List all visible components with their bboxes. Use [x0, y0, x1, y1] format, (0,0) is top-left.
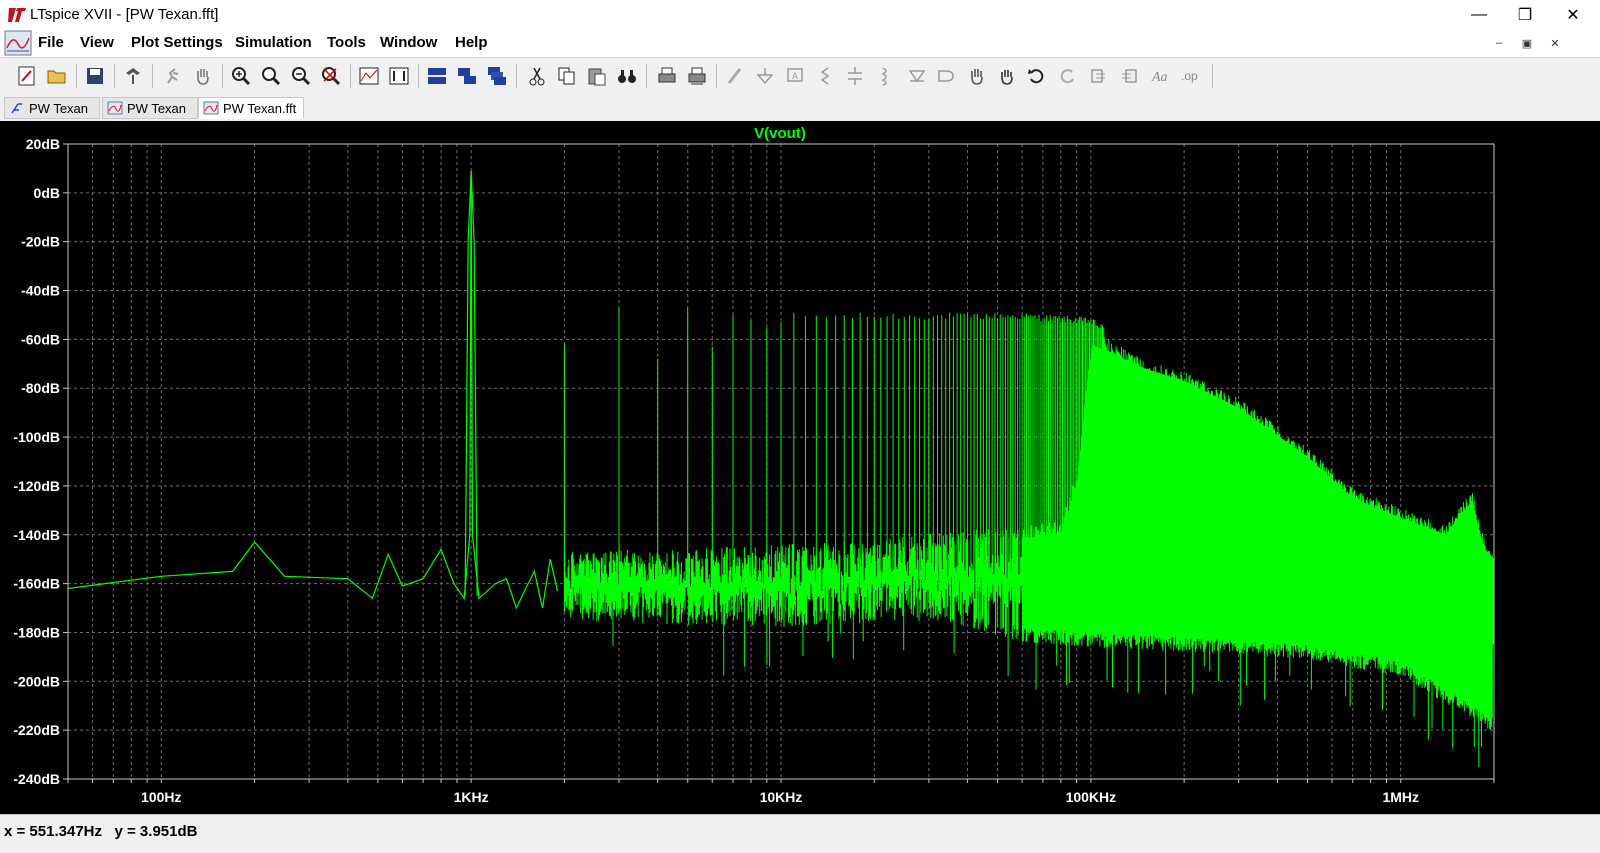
diode-icon[interactable]	[904, 63, 930, 89]
mirror-icon[interactable]	[1116, 63, 1142, 89]
move-icon[interactable]	[964, 63, 990, 89]
y-tick-label: -220dB	[13, 722, 60, 738]
window-close-button[interactable]: ✕	[1550, 0, 1596, 30]
mdi-close-button[interactable]: ✕	[1544, 32, 1566, 54]
new-schematic-icon[interactable]	[14, 63, 40, 89]
fft-icon	[203, 101, 219, 115]
svg-text:.op: .op	[1181, 69, 1198, 83]
control-panel-icon[interactable]	[120, 63, 146, 89]
menu-tools[interactable]: Tools	[327, 34, 366, 51]
paste-icon[interactable]	[584, 63, 610, 89]
y-tick-label: -240dB	[13, 771, 60, 787]
window-minimize-button[interactable]: —	[1456, 0, 1502, 30]
x-tick-label: 100KHz	[1066, 789, 1117, 805]
y-tick-label: 20dB	[26, 136, 60, 152]
zoom-in-icon[interactable]	[228, 63, 254, 89]
menu-file[interactable]: File	[38, 34, 64, 51]
status-bar: x = 551.347Hz y = 3.951dB	[0, 814, 1600, 853]
label-icon[interactable]: A	[782, 63, 808, 89]
y-tick-label: -160dB	[13, 576, 60, 592]
component-icon[interactable]	[934, 63, 960, 89]
capacitor-icon[interactable]	[842, 63, 868, 89]
undo-icon[interactable]	[1024, 63, 1050, 89]
menu-bar: File View Plot Settings Simulation Tools…	[0, 30, 1600, 56]
spice-directive-icon[interactable]: .op	[1178, 63, 1204, 89]
open-folder-icon[interactable]	[44, 63, 70, 89]
menu-view[interactable]: View	[80, 34, 114, 51]
fft-plot[interactable]: 20dB 0dB -20dB -40dB -60dB -80dB -100dB -120dB -…	[0, 121, 1600, 816]
window-maximize-button[interactable]: ❐	[1502, 0, 1548, 30]
cascade-icon[interactable]	[484, 63, 510, 89]
tab-waveform[interactable]: PW Texan	[102, 97, 198, 119]
print-icon[interactable]	[654, 63, 680, 89]
inductor-icon[interactable]	[872, 63, 898, 89]
plot-window-icon	[4, 30, 32, 56]
find-icon[interactable]	[614, 63, 640, 89]
svg-text:A: A	[792, 71, 798, 81]
y-tick-label: -20dB	[21, 234, 60, 250]
menu-window[interactable]: Window	[380, 34, 437, 51]
tab-label: PW Texan	[127, 100, 187, 116]
x-tick-label: 10KHz	[760, 789, 803, 805]
chart-title: V(vout)	[754, 125, 806, 142]
tile-vertical-icon[interactable]	[454, 63, 480, 89]
autorange-icon[interactable]	[356, 63, 382, 89]
save-icon[interactable]	[82, 63, 108, 89]
x-axis-ticks: 100Hz 1KHz 10KHz 100KHz 1MHz	[67, 779, 1495, 805]
plot-pane[interactable]: 20dB 0dB -20dB -40dB -60dB -80dB -100dB -120dB -…	[0, 121, 1600, 816]
y-tick-label: -80dB	[21, 380, 60, 396]
resistor-icon[interactable]	[812, 63, 838, 89]
window-title: LTspice XVII - [PW Texan.fft]	[30, 6, 219, 23]
y-tick-label: -40dB	[21, 283, 60, 299]
y-tick-label: -60dB	[21, 331, 60, 347]
autorange-y-icon[interactable]	[386, 63, 412, 89]
mdi-minimize-button[interactable]: –	[1488, 32, 1510, 54]
schematic-icon	[11, 103, 22, 114]
y-tick-label: -180dB	[13, 624, 60, 640]
zoom-area-icon[interactable]	[258, 63, 284, 89]
print-preview-icon[interactable]	[684, 63, 710, 89]
menu-plot-settings[interactable]: Plot Settings	[131, 34, 223, 51]
wire-icon[interactable]	[722, 63, 748, 89]
y-axis-ticks: 20dB 0dB -20dB -40dB -60dB -80dB -100dB -120dB -…	[13, 136, 68, 787]
drag-icon[interactable]	[994, 63, 1020, 89]
run-icon[interactable]	[160, 63, 186, 89]
x-tick-label: 100Hz	[141, 789, 181, 805]
menu-simulation[interactable]: Simulation	[235, 34, 312, 51]
tile-horizontal-icon[interactable]	[424, 63, 450, 89]
tab-fft[interactable]: PW Texan.fft	[198, 97, 304, 119]
cut-icon[interactable]	[524, 63, 550, 89]
text-icon[interactable]: Aa	[1148, 63, 1174, 89]
x-tick-label: 1KHz	[454, 789, 489, 805]
zoom-out-icon[interactable]	[288, 63, 314, 89]
svg-text:Aa: Aa	[1151, 70, 1168, 85]
tab-schematic[interactable]: PW Texan	[4, 97, 100, 119]
menu-help[interactable]: Help	[455, 34, 488, 51]
mdi-restore-button[interactable]: ▣	[1516, 32, 1538, 54]
y-tick-label: -100dB	[13, 429, 60, 445]
tab-label: PW Texan	[29, 100, 89, 116]
copy-icon[interactable]	[554, 63, 580, 89]
toolbar: A Aa .op	[0, 57, 1600, 96]
y-tick-label: -120dB	[13, 478, 60, 494]
zoom-fit-icon[interactable]	[318, 63, 344, 89]
low-frequency-trace	[67, 170, 559, 610]
tab-label: PW Texan.fft	[223, 100, 297, 116]
pan-icon[interactable]	[190, 63, 216, 89]
document-tabs: PW Texan PW Texan PW Texan.fft	[0, 95, 1600, 121]
ground-icon[interactable]	[752, 63, 778, 89]
x-tick-label: 1MHz	[1382, 789, 1419, 805]
cursor-readout: x = 551.347Hz y = 3.951dB	[4, 823, 198, 840]
y-tick-label: 0dB	[34, 185, 60, 201]
waveform-icon	[107, 101, 123, 115]
rotate-icon[interactable]	[1086, 63, 1112, 89]
y-tick-label: -200dB	[13, 673, 60, 689]
title-bar: LTspice XVII - [PW Texan.fft] — ❐ ✕	[0, 0, 1600, 30]
ltspice-logo-icon	[8, 8, 26, 22]
y-tick-label: -140dB	[13, 527, 60, 543]
redo-icon[interactable]	[1054, 63, 1080, 89]
